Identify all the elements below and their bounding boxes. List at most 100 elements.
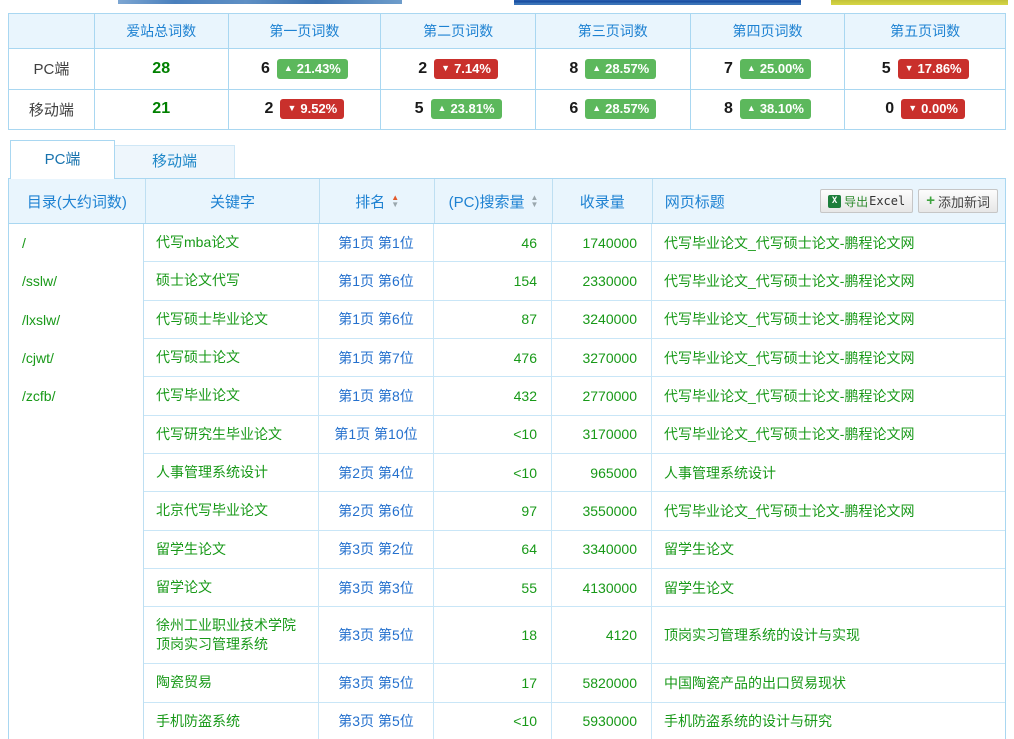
index-count-cell: 5930000 [552,703,652,739]
down-arrow-icon: ▼ [905,61,914,76]
search-volume-cell: 154 [434,262,552,299]
top-banner-strip-blue-1 [118,0,402,4]
up-arrow-icon: ▲ [592,61,601,76]
index-count-cell: 3240000 [552,301,652,338]
summary-header-cell: 爱站总词数 [94,14,228,48]
change-percent: 9.52% [300,101,337,116]
keyword-cell: 代写硕士论文 [144,339,319,376]
rank-cell: 第3页 第5位 [319,607,434,663]
table-row: 人事管理系统设计第2页 第4位<10965000人事管理系统设计 [144,454,1005,492]
table-row: 陶瓷贸易第3页 第5位175820000中国陶瓷产品的出口贸易现状 [144,664,1005,702]
search-volume-cell: 476 [434,339,552,376]
change-badge: ▼7.14% [434,59,498,79]
header-rank-label: 排名 [355,191,385,212]
header-directory: 目录(大约词数) [9,179,146,223]
sort-rank-icon[interactable]: ▲▼ [391,194,399,208]
table-row: 徐州工业职业技术学院顶岗实习管理系统第3页 第5位 184120顶岗实习管理系统的… [144,607,1005,664]
down-arrow-icon: ▼ [287,101,296,116]
up-arrow-icon: ▲ [438,101,447,116]
search-volume-cell: 18 [434,607,552,663]
summary-change-cell: 5▼17.86% [844,49,1005,89]
sort-volume-icon[interactable]: ▲▼ [530,194,538,208]
rank-link[interactable]: 第1页 第8位 [338,386,413,406]
page-word-count: 8 [569,60,578,78]
summary-change-cell: 8 ▲28.57% [535,49,690,89]
header-page-title-label: 网页标题 [665,191,725,212]
rank-link[interactable]: 第1页 第6位 [338,309,413,329]
rank-link[interactable]: 第1页 第1位 [338,233,413,253]
page-word-count: 5 [415,100,424,118]
page-title-cell: 人事管理系统设计 [652,454,1005,491]
export-excel-button[interactable]: 导出 Excel [820,189,913,213]
directory-item: /zcfb/ [22,377,143,415]
header-index-count: 收录量 [553,179,653,223]
summary-header-cell: 第四页词数 [690,14,845,48]
summary-total-cell: 28 [94,49,228,89]
search-volume-cell: 432 [434,377,552,414]
rank-cell: 第3页 第5位 [319,664,434,701]
keyword-cell: 徐州工业职业技术学院顶岗实习管理系统 [144,607,319,663]
summary-table: 爱站总词数第一页词数第二页词数第三页词数第四页词数第五页词数 PC端286▲21… [8,13,1006,130]
directory-column: //sslw//lxslw//cjwt//zcfb/ [9,224,144,739]
search-volume-cell: <10 [434,454,552,491]
export-button-label-en: Excel [869,194,905,208]
rank-link[interactable]: 第3页 第3位 [338,578,413,598]
plus-icon: + [926,195,935,207]
keyword-cell: 代写硕士毕业论文 [144,301,319,338]
summary-header-empty [9,14,94,48]
index-count-cell: 965000 [552,454,652,491]
summary-change-cell: 5▲23.81% [380,90,535,130]
page-title-cell: 手机防盗系统的设计与研究 [652,703,1005,739]
rank-link[interactable]: 第2页 第4位 [338,463,413,483]
summary-change-cell: 6▲21.43% [228,49,381,89]
rank-link[interactable]: 第2页 第6位 [338,501,413,521]
export-button-label: 导出 [844,193,868,210]
up-arrow-icon: ▲ [747,61,756,76]
rank-link[interactable]: 第3页 第2位 [338,539,413,559]
summary-row: PC端286▲21.43%2▼7.14%8▲28.57%7▲25.00%5▼17… [9,48,1005,89]
header-directory-label: 目录(大约词数) [27,191,127,212]
index-count-cell: 3270000 [552,339,652,376]
table-row: 代写毕业论文第1页 第8位4322770000代写毕业论文_代写硕士论文-鹏程论… [144,377,1005,415]
index-count-cell: 3550000 [552,492,652,529]
rank-cell: 第1页 第6位 [319,262,434,299]
index-count-cell: 2770000 [552,377,652,414]
rank-link[interactable]: 第1页 第7位 [338,348,413,368]
rank-link[interactable]: 第3页 第5位 [338,625,413,645]
search-volume-cell: 64 [434,531,552,568]
rank-cell: 第2页 第6位 [319,492,434,529]
table-row: 硕士论文代写第1页 第6位1542330000代写毕业论文_代写硕士论文-鹏程论… [144,262,1005,300]
page-title-cell: 代写毕业论文_代写硕士论文-鹏程论文网 [652,377,1005,414]
search-volume-cell: 46 [434,224,552,261]
rank-link[interactable]: 第3页 第5位 [338,711,413,731]
page-title-cell: 代写毕业论文_代写硕士论文-鹏程论文网 [652,301,1005,338]
page-word-count: 8 [724,100,733,118]
change-badge: ▼0.00% [901,99,965,119]
search-volume-cell: 87 [434,301,552,338]
summary-total-cell: 21 [94,90,228,130]
up-arrow-icon: ▲ [592,101,601,116]
tab-pc[interactable]: PC端 [10,140,115,179]
keyword-cell: 手机防盗系统 [144,703,319,739]
table-row: 代写mba论文第1页 第1位461740000代写毕业论文_代写硕士论文-鹏程论… [144,224,1005,262]
rank-link[interactable]: 第3页 第5位 [338,673,413,693]
table-row: 代写研究生毕业论文第1页 第10位<103170000代写毕业论文_代写硕士论文… [144,416,1005,454]
index-count-cell: 4120 [552,607,652,663]
change-percent: 17.86% [918,61,962,76]
summary-header-cell: 第三页词数 [535,14,690,48]
summary-header-cell: 第一页词数 [228,14,381,48]
add-keyword-button[interactable]: + 添加新词 [918,189,998,213]
page-title-cell: 代写毕业论文_代写硕士论文-鹏程论文网 [652,492,1005,529]
tab-mobile[interactable]: 移动端 [114,145,235,179]
page-title-cell: 顶岗实习管理系统的设计与实现 [652,607,1005,663]
change-badge: ▲28.57% [585,59,656,79]
rank-cell: 第3页 第3位 [319,569,434,606]
summary-change-cell: 2▼7.14% [380,49,535,89]
rank-link[interactable]: 第1页 第6位 [338,271,413,291]
table-row: 北京代写毕业论文第2页 第6位973550000代写毕业论文_代写硕士论文-鹏程… [144,492,1005,530]
directory-item: /lxslw/ [22,301,143,339]
total-word-count: 28 [152,60,170,78]
keyword-cell: 人事管理系统设计 [144,454,319,491]
rank-link[interactable]: 第1页 第10位 [334,424,417,444]
change-badge: ▲25.00% [740,59,811,79]
